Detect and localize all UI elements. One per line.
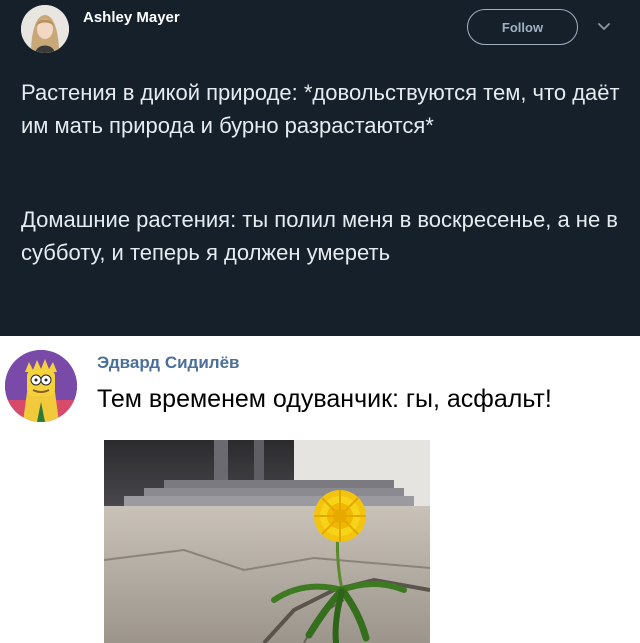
tweet-text-paragraph-1: Растения в дикой природе: *довольствуютс… [21,80,620,138]
tweet-card: Ashley Mayer Follow Растения в дикой при… [0,0,640,336]
follow-button[interactable]: Follow [467,9,578,45]
chevron-down-icon[interactable] [597,22,611,32]
tweet-avatar[interactable] [21,5,69,53]
comment-text: Тем временем одуванчик: гы, асфальт! [97,385,552,413]
dandelion-photo[interactable] [104,440,430,643]
comment-author-name[interactable]: Эдвард Сидилёв [97,353,240,373]
tweet-author-name[interactable]: Ashley Mayer [83,9,180,26]
comment-card: Эдвард Сидилёв Тем временем одуванчик: г… [0,336,640,643]
comment-avatar[interactable] [5,350,77,422]
tweet-text-paragraph-2: Домашние растения: ты полил меня в воскр… [21,207,618,265]
